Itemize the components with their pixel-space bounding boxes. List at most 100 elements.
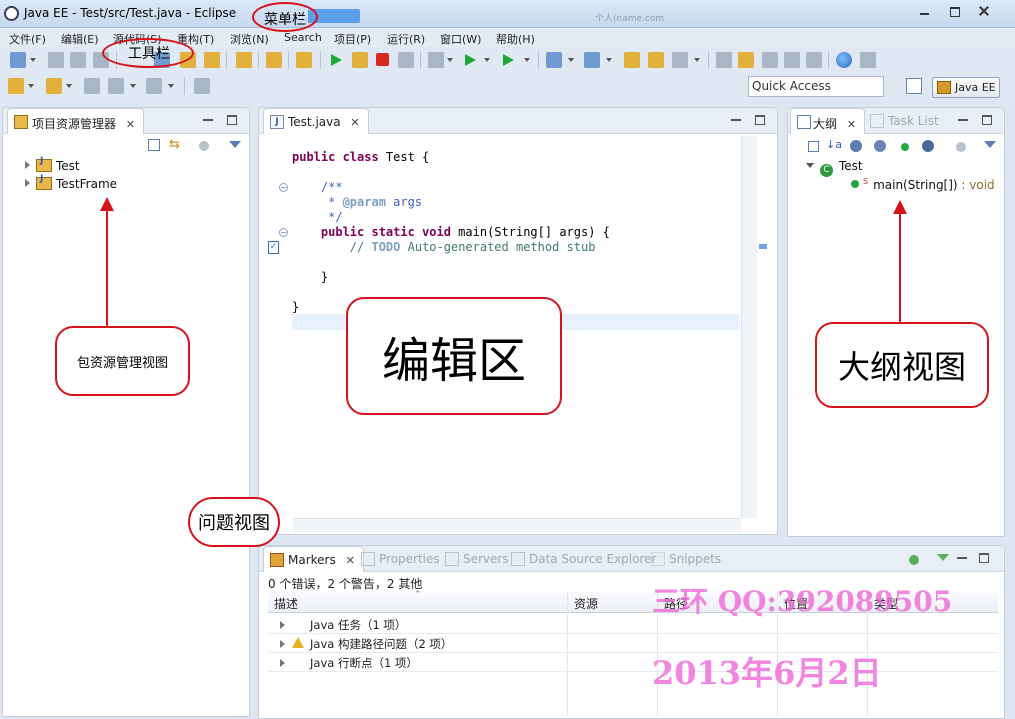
minimize-view-icon[interactable] [957,553,967,563]
hide-static-icon[interactable] [874,140,886,152]
quick-access-input[interactable]: Quick Access [748,76,884,97]
close-icon[interactable]: ✕ [847,118,856,131]
tab-markers[interactable]: Markers ✕ [263,546,364,572]
search-icon[interactable] [672,52,688,68]
new-class-icon[interactable] [584,52,600,68]
save-all-icon[interactable] [70,52,86,68]
chevron-down-icon[interactable] [694,58,700,62]
view-menu-icon[interactable] [984,141,996,148]
fold-collapse-icon[interactable]: − [279,228,288,237]
editor-vertical-scrollbar[interactable] [741,136,757,518]
code-line-3[interactable]: * @param args [292,195,422,209]
tree-item-project-test[interactable]: Test [25,156,80,173]
maximize-view-icon[interactable] [979,553,989,563]
chevron-down-icon[interactable] [66,84,72,88]
expand-arrow-icon[interactable] [280,659,285,667]
sort-icon[interactable]: ↓a [826,138,842,151]
refactor-icon[interactable] [204,52,220,68]
code-line-1[interactable]: public class Test { [292,150,429,164]
hide-local-types-icon[interactable] [922,140,934,152]
close-icon[interactable]: ✕ [126,118,135,131]
tab-task-list[interactable]: Task List [864,108,947,134]
save-icon[interactable] [48,52,64,68]
tab-properties[interactable]: Properties [355,546,448,572]
view-menu-options-icon[interactable] [956,142,966,152]
chevron-down-icon[interactable] [168,84,174,88]
menu-run[interactable]: 运行(R) [387,31,425,47]
new-icon[interactable] [10,52,26,68]
block-select-icon[interactable] [784,52,800,68]
task-marker-icon[interactable]: ✓ [268,241,279,254]
overview-ruler-marker[interactable] [759,244,767,249]
menu-help[interactable]: 帮助(H) [496,31,535,47]
menu-edit[interactable]: 编辑(E) [61,31,99,47]
pin-editor-icon[interactable] [194,78,210,94]
minimize-view-icon[interactable] [958,115,968,125]
menu-window[interactable]: 窗口(W) [440,31,481,47]
menu-search[interactable]: Search [284,31,322,44]
table-row[interactable]: Java 行断点（1 项） [268,653,998,672]
code-line-5[interactable]: public static void main(String[] args) { [292,225,610,239]
collapse-all-icon[interactable] [808,141,819,152]
disconnect-icon[interactable] [398,52,414,68]
globe-icon[interactable] [836,52,852,68]
hide-nonpublic-icon[interactable] [901,143,909,151]
redo-icon[interactable] [266,52,282,68]
collapse-arrow-icon[interactable] [806,163,814,168]
open-type-icon[interactable] [624,52,640,68]
previous-annotation-icon[interactable] [46,78,62,94]
fold-collapse-icon[interactable]: − [279,183,288,192]
chevron-down-icon[interactable] [130,84,136,88]
debug-bug-icon[interactable] [428,52,444,68]
code-line-8[interactable]: } [292,300,299,314]
open-perspective-icon[interactable] [906,78,922,94]
close-button[interactable] [970,2,998,20]
hide-fields-icon[interactable] [850,140,862,152]
run-icon[interactable] [462,52,478,68]
chevron-down-icon[interactable] [28,84,34,88]
chevron-down-icon[interactable] [606,58,612,62]
maximize-view-icon[interactable] [227,115,237,125]
forward-arrow-icon[interactable] [146,78,162,94]
minimize-button[interactable] [910,2,938,20]
tab-package-explorer[interactable]: 项目资源管理器 ✕ [7,108,145,134]
suspend-icon[interactable] [352,52,368,68]
menu-file[interactable]: 文件(F) [9,31,46,47]
expand-arrow-icon[interactable] [280,621,285,629]
expand-arrow-icon[interactable] [25,161,30,169]
link-editor-icon[interactable]: ⇆ [169,138,183,152]
tab-data-source-explorer[interactable]: Data Source Explorer [505,546,664,572]
chevron-down-icon[interactable] [568,58,574,62]
code-line-2[interactable]: /** [292,180,343,194]
perspective-java-ee-button[interactable]: Java EE [932,77,1000,98]
expand-arrow-icon[interactable] [280,640,285,648]
next-annotation-icon[interactable] [8,78,24,94]
tab-outline[interactable]: 大纲 ✕ [790,108,866,134]
collapse-all-icon[interactable] [148,139,160,151]
chevron-down-icon[interactable] [484,58,490,62]
minimize-editor-icon[interactable] [731,115,741,125]
table-row[interactable]: Java 构建路径问题（2 项） [268,634,998,653]
outline-method-main[interactable]: Smain(String[]) : void [851,177,995,192]
expand-arrow-icon[interactable] [25,179,30,187]
maximize-button[interactable] [940,2,968,20]
last-edit-icon[interactable] [84,78,100,94]
toggle-icon[interactable] [762,52,778,68]
tab-test-java[interactable]: J Test.java ✕ [263,108,369,134]
maximize-editor-icon[interactable] [755,115,765,125]
view-menu-icon[interactable] [229,141,241,148]
terminate-icon[interactable] [376,53,389,66]
web-browser-icon[interactable] [860,52,876,68]
outline-class-test[interactable]: C Test [806,159,863,177]
jump-icon[interactable] [236,52,252,68]
close-icon[interactable]: ✕ [350,116,359,129]
run-external-icon[interactable] [500,52,516,68]
new-server-icon[interactable] [546,52,562,68]
highlight-icon[interactable] [738,52,754,68]
view-menu-icon[interactable] [937,554,949,561]
maximize-view-icon[interactable] [982,115,992,125]
chevron-down-icon[interactable] [447,58,453,62]
resume-icon[interactable] [328,52,344,68]
editor-horizontal-scrollbar[interactable] [293,518,741,532]
code-line-7[interactable]: } [292,270,328,284]
